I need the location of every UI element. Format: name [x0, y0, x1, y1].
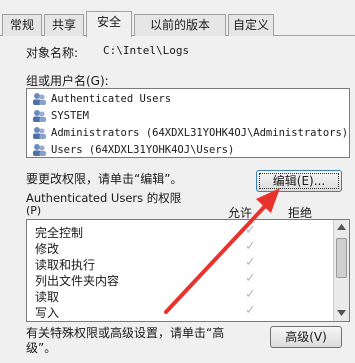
annotation-arrow-icon — [164, 188, 280, 314]
tab-security[interactable]: 安全 — [86, 11, 132, 37]
